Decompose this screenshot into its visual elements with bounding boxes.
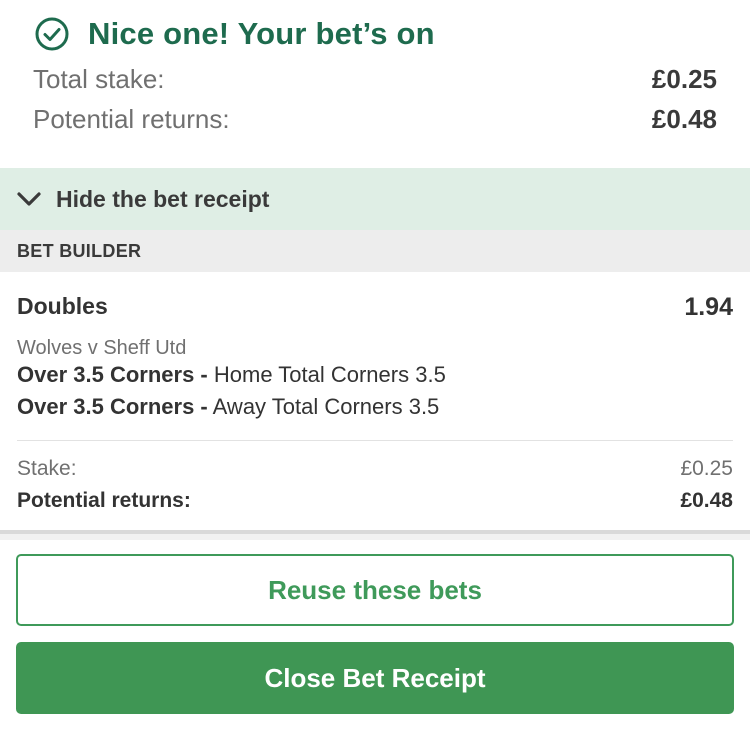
bet-type: Doubles xyxy=(17,293,108,319)
total-stake-row: Total stake: £0.25 xyxy=(33,64,717,100)
total-stake-label: Total stake: xyxy=(33,64,165,94)
returns-row: Potential returns: £0.48 xyxy=(17,489,733,513)
selection-item: Over 3.5 Corners - Away Total Corners 3.… xyxy=(17,394,439,420)
bet-confirmation: Nice one! Your bet’s on Total stake: £0.… xyxy=(0,0,750,168)
divider xyxy=(17,440,733,441)
selection-item: Over 3.5 Corners - Home Total Corners 3.… xyxy=(17,362,446,388)
bet-odds: 1.94 xyxy=(684,293,733,321)
reuse-bets-button[interactable]: Reuse these bets xyxy=(16,554,734,626)
confirmation-title-row: Nice one! Your bet’s on xyxy=(34,16,435,52)
stake-value: £0.25 xyxy=(680,457,733,480)
section-title: BET BUILDER xyxy=(17,240,142,261)
card-shadow xyxy=(0,534,750,540)
hide-receipt-label: Hide the bet receipt xyxy=(56,185,270,212)
total-returns-value: £0.48 xyxy=(651,104,717,134)
selection-name: Over 3.5 Corners - xyxy=(17,394,208,419)
selection-market: Away Total Corners 3.5 xyxy=(212,394,440,419)
total-returns-label: Potential returns: xyxy=(33,104,230,134)
total-stake-value: £0.25 xyxy=(651,64,717,94)
check-circle-icon xyxy=(35,17,69,51)
stake-row: Stake: £0.25 xyxy=(17,457,733,481)
bet-card: Doubles 1.94 Wolves v Sheff Utd Over 3.5… xyxy=(0,272,750,530)
chevron-down-icon xyxy=(17,192,41,206)
selection-market: Home Total Corners 3.5 xyxy=(213,362,446,387)
stake-label: Stake: xyxy=(17,457,77,480)
total-returns-row: Potential returns: £0.48 xyxy=(33,104,717,140)
returns-label: Potential returns: xyxy=(17,489,191,512)
selection-name: Over 3.5 Corners - xyxy=(17,362,208,387)
confirmation-title: Nice one! Your bet’s on xyxy=(88,16,435,51)
returns-value: £0.48 xyxy=(680,489,733,512)
event-name: Wolves v Sheff Utd xyxy=(17,337,187,359)
close-receipt-button[interactable]: Close Bet Receipt xyxy=(16,642,734,714)
bet-builder-header: BET BUILDER xyxy=(0,230,750,272)
hide-receipt-toggle[interactable]: Hide the bet receipt xyxy=(0,168,750,230)
